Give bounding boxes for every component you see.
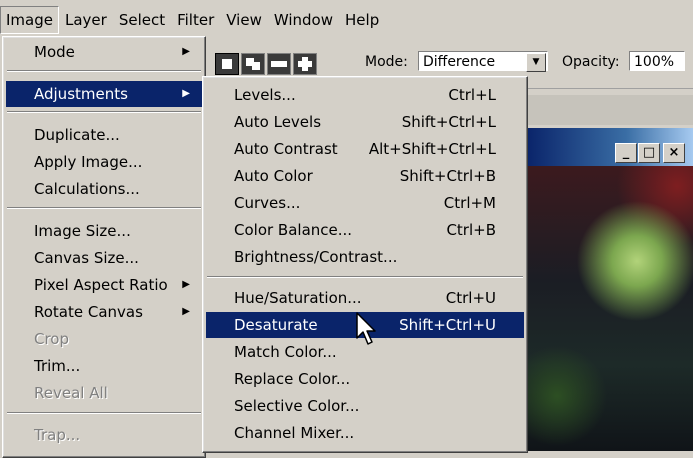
menu-item-replace-color[interactable]: Replace Color... [206, 366, 524, 392]
subtract-shape-icon[interactable] [267, 53, 291, 75]
menu-item-calculations[interactable]: Calculations... [6, 176, 202, 202]
menu-item-label: Image Size... [34, 222, 131, 240]
add-shape-icon[interactable] [241, 53, 265, 75]
triangle-right-icon: ▶ [182, 88, 190, 99]
menu-separator [7, 412, 201, 414]
mouse-pointer-icon [356, 312, 376, 345]
menu-item-label: Hue/Saturation... [234, 289, 362, 307]
close-icon[interactable]: × [663, 143, 685, 163]
menu-filter[interactable]: Filter [171, 7, 220, 33]
menu-item-pixel-aspect-ratio[interactable]: Pixel Aspect Ratio ▶ [6, 272, 202, 298]
menu-item-label: Levels... [234, 86, 296, 104]
menu-item-auto-levels[interactable]: Auto Levels Shift+Ctrl+L [206, 109, 524, 135]
selection-shape-buttons [215, 53, 319, 75]
menu-item-label: Auto Levels [234, 113, 322, 131]
menu-item-trap: Trap... [6, 422, 202, 448]
menu-item-curves[interactable]: Curves... Ctrl+M [206, 190, 524, 216]
menu-item-label: Selective Color... [234, 397, 360, 415]
image-menu: Mode ▶ Adjustments ▶ Duplicate... Apply … [2, 36, 206, 458]
menu-bar: Image Layer Select Filter View Window He… [0, 0, 693, 38]
menu-item-label: Calculations... [34, 180, 140, 198]
menu-view[interactable]: View [220, 7, 268, 33]
menu-item-canvas-size[interactable]: Canvas Size... [6, 245, 202, 271]
menu-item-label: Replace Color... [234, 370, 351, 388]
document-titlebar[interactable]: _ □ × [527, 128, 693, 166]
shortcut-label: Ctrl+B [446, 221, 496, 239]
menu-item-channel-mixer[interactable]: Channel Mixer... [206, 420, 524, 446]
menu-help[interactable]: Help [339, 7, 385, 33]
shortcut-label: Ctrl+M [443, 194, 496, 212]
shortcut-label: Ctrl+L [448, 86, 496, 104]
rect-shape-icon[interactable] [215, 53, 239, 75]
opacity-field[interactable]: 100% [629, 51, 685, 71]
mode-label: Mode: [365, 54, 408, 70]
palette-strip [527, 95, 693, 125]
menu-item-adjustments[interactable]: Adjustments ▶ [6, 81, 202, 107]
chevron-down-icon[interactable]: ▼ [526, 53, 546, 72]
maximize-icon[interactable]: □ [638, 143, 660, 163]
menu-item-color-balance[interactable]: Color Balance... Ctrl+B [206, 217, 524, 243]
menu-separator [207, 276, 523, 278]
menu-item-trim[interactable]: Trim... [6, 353, 202, 379]
menu-item-label: Trap... [34, 426, 81, 444]
menu-item-hue-saturation[interactable]: Hue/Saturation... Ctrl+U [206, 285, 524, 311]
menu-item-mode[interactable]: Mode ▶ [6, 39, 202, 65]
menu-item-label: Match Color... [234, 343, 337, 361]
shortcut-label: Ctrl+U [445, 289, 496, 307]
menu-item-label: Auto Contrast [234, 140, 338, 158]
menu-separator [7, 207, 201, 209]
menu-item-label: Brightness/Contrast... [234, 248, 398, 266]
menu-item-duplicate[interactable]: Duplicate... [6, 122, 202, 148]
menu-item-label: Desaturate [234, 316, 318, 334]
menu-item-label: Adjustments [34, 85, 128, 103]
menu-select[interactable]: Select [113, 7, 171, 33]
menu-item-image-size[interactable]: Image Size... [6, 218, 202, 244]
menu-item-apply-image[interactable]: Apply Image... [6, 149, 202, 175]
menu-separator [7, 111, 201, 113]
menu-item-label: Rotate Canvas [34, 303, 143, 321]
menu-item-label: Duplicate... [34, 126, 120, 144]
triangle-right-icon: ▶ [182, 279, 190, 290]
intersect-shape-icon[interactable] [293, 53, 317, 75]
opacity-label: Opacity: [562, 54, 620, 70]
menu-item-label: Trim... [34, 357, 81, 375]
menu-item-label: Pixel Aspect Ratio [34, 276, 168, 294]
shortcut-label: Shift+Ctrl+L [401, 113, 496, 131]
menu-item-reveal-all: Reveal All [6, 380, 202, 406]
menu-layer[interactable]: Layer [59, 7, 113, 33]
minimize-icon[interactable]: _ [615, 143, 637, 163]
menu-separator [7, 70, 201, 72]
shortcut-label: Alt+Shift+Ctrl+L [368, 140, 496, 158]
triangle-right-icon: ▶ [182, 46, 190, 57]
menu-item-label: Canvas Size... [34, 249, 139, 267]
menu-item-rotate-canvas[interactable]: Rotate Canvas ▶ [6, 299, 202, 325]
menu-item-brightness-contrast[interactable]: Brightness/Contrast... [206, 244, 524, 270]
menu-item-label: Reveal All [34, 384, 108, 402]
menu-item-label: Crop [34, 330, 70, 348]
triangle-right-icon: ▶ [182, 306, 190, 317]
menu-item-crop: Crop [6, 326, 202, 352]
shortcut-label: Shift+Ctrl+U [399, 316, 496, 334]
menu-item-label: Auto Color [234, 167, 313, 185]
menu-window[interactable]: Window [268, 7, 339, 33]
menu-item-label: Mode [34, 43, 75, 61]
menu-image[interactable]: Image [0, 6, 59, 34]
adjustments-submenu: Levels... Ctrl+L Auto Levels Shift+Ctrl+… [202, 76, 528, 453]
shortcut-label: Shift+Ctrl+B [399, 167, 496, 185]
menu-item-label: Color Balance... [234, 221, 353, 239]
menu-item-auto-color[interactable]: Auto Color Shift+Ctrl+B [206, 163, 524, 189]
menu-item-label: Curves... [234, 194, 301, 212]
menu-item-levels[interactable]: Levels... Ctrl+L [206, 82, 524, 108]
menu-item-label: Apply Image... [34, 153, 143, 171]
document-canvas[interactable] [527, 166, 693, 451]
menu-item-label: Channel Mixer... [234, 424, 355, 442]
menu-item-selective-color[interactable]: Selective Color... [206, 393, 524, 419]
menu-item-auto-contrast[interactable]: Auto Contrast Alt+Shift+Ctrl+L [206, 136, 524, 162]
